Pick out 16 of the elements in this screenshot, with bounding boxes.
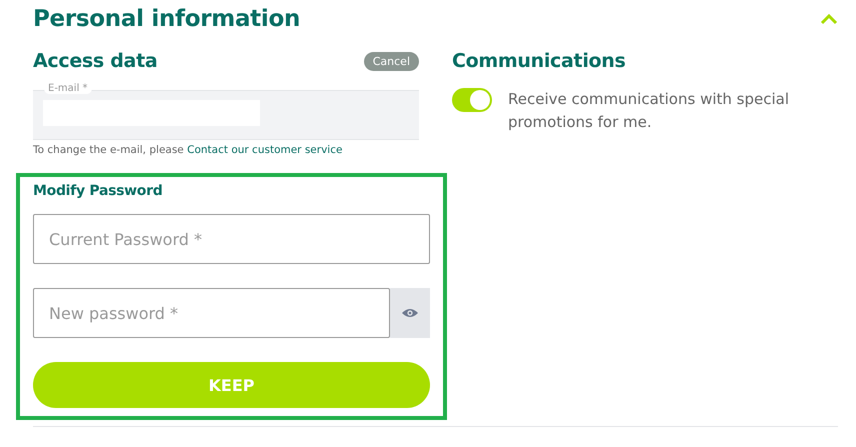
- cancel-button[interactable]: Cancel: [364, 52, 419, 70]
- access-data-heading: Access data: [33, 50, 158, 72]
- collapse-icon[interactable]: [820, 13, 838, 25]
- modify-password-heading: Modify Password: [33, 183, 164, 199]
- email-field[interactable]: E-mail *: [33, 83, 419, 140]
- keep-button[interactable]: KEEP: [33, 362, 430, 408]
- promotions-label: Receive communications with special promotions for me.: [508, 89, 790, 133]
- show-password-button[interactable]: [390, 288, 430, 338]
- customer-service-link[interactable]: Contact our customer service: [187, 144, 342, 156]
- communications-heading: Communications: [452, 50, 627, 72]
- email-hint: To change the e-mail, please: [33, 144, 184, 156]
- section-title: Personal information: [33, 6, 300, 32]
- eye-icon: [402, 308, 418, 318]
- password-field[interactable]: Current Password *: [33, 214, 430, 264]
- password-field[interactable]: New password *: [33, 288, 390, 338]
- promotions-toggle[interactable]: [452, 88, 492, 112]
